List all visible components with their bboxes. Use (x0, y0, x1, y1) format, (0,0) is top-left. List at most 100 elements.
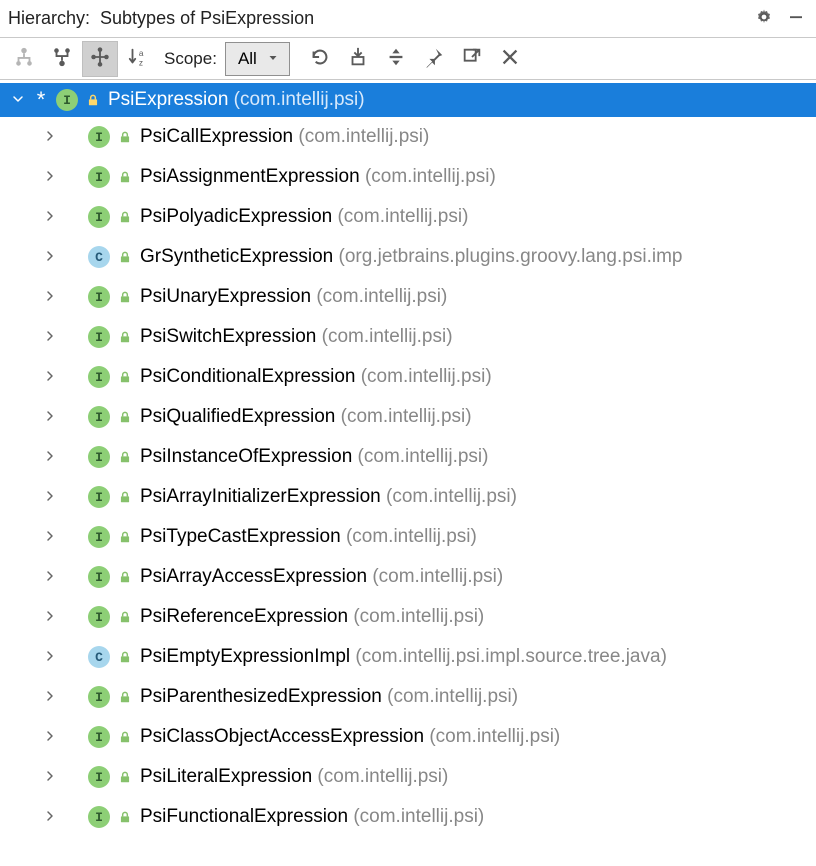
tree-row[interactable]: *IPsiInstanceOfExpression (com.intellij.… (0, 437, 816, 477)
node-package: (com.intellij.psi) (365, 166, 496, 187)
expand-all-button[interactable] (378, 41, 414, 77)
tree-row[interactable]: *IPsiFunctionalExpression (com.intellij.… (0, 797, 816, 837)
expand-arrow[interactable] (42, 449, 58, 465)
expand-arrow[interactable] (42, 489, 58, 505)
tree-row[interactable]: *IPsiConditionalExpression (com.intellij… (0, 357, 816, 397)
sort-alpha-button[interactable] (120, 41, 156, 77)
tree-row[interactable]: *IPsiArrayInitializerExpression (com.int… (0, 477, 816, 517)
expand-arrow[interactable] (42, 369, 58, 385)
expand-arrow[interactable] (42, 769, 58, 785)
expand-arrow[interactable] (42, 329, 58, 345)
chevron-right-icon (44, 130, 56, 145)
expand-arrow[interactable] (42, 609, 58, 625)
expand-arrow[interactable] (42, 729, 58, 745)
interface-badge-icon: I (88, 406, 110, 428)
node-name: PsiParenthesizedExpression (140, 686, 382, 707)
expand-arrow[interactable] (42, 809, 58, 825)
node-name: PsiAssignmentExpression (140, 166, 360, 187)
tree-row[interactable]: *IPsiCallExpression (com.intellij.psi) (0, 117, 816, 157)
base-class-star-icon: * (34, 93, 48, 107)
lock-icon (118, 209, 132, 225)
class-badge-icon: C (88, 246, 110, 268)
chevron-right-icon (44, 610, 56, 625)
minimize-button[interactable] (782, 5, 810, 33)
interface-badge-icon: I (88, 126, 110, 148)
interface-badge-icon: I (88, 686, 110, 708)
tree-row[interactable]: *CPsiEmptyExpressionImpl (com.intellij.p… (0, 637, 816, 677)
panel-title-prefix: Hierarchy: (8, 8, 90, 29)
node-name: PsiPolyadicExpression (140, 206, 332, 227)
interface-badge-icon: I (88, 166, 110, 188)
node-name: PsiUnaryExpression (140, 286, 311, 307)
node-name: PsiEmptyExpressionImpl (140, 646, 350, 667)
node-name: PsiFunctionalExpression (140, 806, 348, 827)
chevron-right-icon (44, 330, 56, 345)
chevron-down-icon (267, 49, 279, 69)
hierarchy-tree[interactable]: * I PsiExpression (com.intellij.psi) *IP… (0, 80, 816, 866)
expand-arrow[interactable] (42, 649, 58, 665)
chevron-right-icon (44, 450, 56, 465)
tree-row[interactable]: *IPsiQualifiedExpression (com.intellij.p… (0, 397, 816, 437)
expand-arrow[interactable] (42, 169, 58, 185)
tree-row[interactable]: *IPsiUnaryExpression (com.intellij.psi) (0, 277, 816, 317)
subtypes-hierarchy-button[interactable] (82, 41, 118, 77)
lock-icon (118, 329, 132, 345)
interface-badge-icon: I (88, 326, 110, 348)
node-package: (com.intellij.psi) (316, 286, 447, 307)
expand-arrow[interactable] (42, 409, 58, 425)
node-name: PsiInstanceOfExpression (140, 446, 352, 467)
lock-icon (118, 529, 132, 545)
tree-row[interactable]: *IPsiParenthesizedExpression (com.intell… (0, 677, 816, 717)
expand-arrow[interactable] (10, 92, 26, 108)
tree-row[interactable]: *IPsiTypeCastExpression (com.intellij.ps… (0, 517, 816, 557)
lock-icon (118, 609, 132, 625)
lock-icon (118, 369, 132, 385)
tree-row[interactable]: *CGrSyntheticExpression (org.jetbrains.p… (0, 237, 816, 277)
tree-row[interactable]: *IPsiPolyadicExpression (com.intellij.ps… (0, 197, 816, 237)
chevron-down-icon (12, 93, 24, 108)
node-package: (com.intellij.psi) (386, 486, 517, 507)
scope-dropdown[interactable]: All (225, 42, 290, 76)
lock-icon (118, 169, 132, 185)
chevron-right-icon (44, 690, 56, 705)
node-name: PsiCallExpression (140, 126, 293, 147)
lock-icon (118, 409, 132, 425)
lock-icon (118, 569, 132, 585)
chevron-right-icon (44, 410, 56, 425)
node-name: GrSyntheticExpression (140, 246, 333, 267)
autoscroll-button[interactable] (340, 41, 376, 77)
lock-icon (118, 729, 132, 745)
close-button[interactable] (492, 41, 528, 77)
lock-icon (118, 689, 132, 705)
pin-button[interactable] (416, 41, 452, 77)
settings-button[interactable] (750, 5, 778, 33)
node-package: (com.intellij.psi) (429, 726, 560, 747)
interface-badge-icon: I (88, 806, 110, 828)
tree-row[interactable]: *IPsiSwitchExpression (com.intellij.psi) (0, 317, 816, 357)
tree-row[interactable]: *IPsiClassObjectAccessExpression (com.in… (0, 717, 816, 757)
node-package: (com.intellij.psi) (353, 806, 484, 827)
expand-arrow[interactable] (42, 129, 58, 145)
supertypes-hierarchy-button[interactable] (44, 41, 80, 77)
chevron-right-icon (44, 250, 56, 265)
tree-both-icon (89, 46, 111, 71)
lock-icon (118, 129, 132, 145)
autoscroll-icon (347, 46, 369, 71)
toolbar: Scope: All (0, 38, 816, 80)
expand-arrow[interactable] (42, 569, 58, 585)
tree-row[interactable]: *IPsiAssignmentExpression (com.intellij.… (0, 157, 816, 197)
expand-arrow[interactable] (42, 289, 58, 305)
expand-arrow[interactable] (42, 209, 58, 225)
export-button[interactable] (454, 41, 490, 77)
tree-row[interactable]: *IPsiReferenceExpression (com.intellij.p… (0, 597, 816, 637)
expand-arrow[interactable] (42, 529, 58, 545)
node-package: (com.intellij.psi) (234, 89, 365, 110)
interface-badge-icon: I (88, 726, 110, 748)
tree-row[interactable]: *IPsiArrayAccessExpression (com.intellij… (0, 557, 816, 597)
expand-arrow[interactable] (42, 249, 58, 265)
tree-row[interactable]: *IPsiLiteralExpression (com.intellij.psi… (0, 757, 816, 797)
expand-arrow[interactable] (42, 689, 58, 705)
class-hierarchy-button[interactable] (6, 41, 42, 77)
refresh-button[interactable] (302, 41, 338, 77)
tree-root-row[interactable]: * I PsiExpression (com.intellij.psi) (0, 83, 816, 117)
